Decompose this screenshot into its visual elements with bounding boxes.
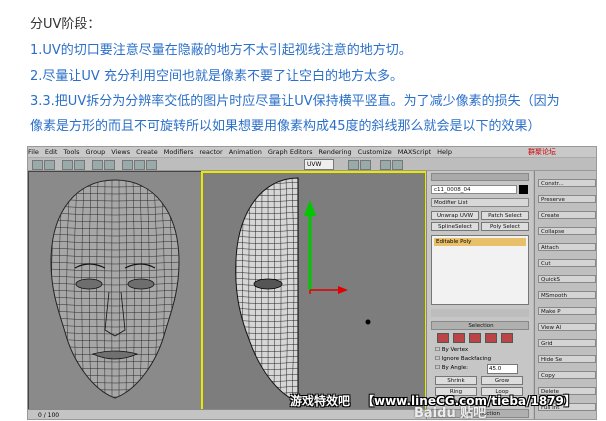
main-toolbar: UVW xyxy=(28,158,596,171)
time-slider-label: 0 / 100 xyxy=(38,412,60,419)
align-icon[interactable] xyxy=(360,160,371,170)
link-icon[interactable] xyxy=(62,160,73,170)
by-vertex-checkbox[interactable]: ☐ By Vertex xyxy=(435,347,468,353)
unlink-icon[interactable] xyxy=(74,160,85,170)
object-name-field[interactable]: c11_0008_04 xyxy=(431,185,517,194)
viewport-front[interactable] xyxy=(201,171,427,411)
edit-geometry-item[interactable]: Collapse xyxy=(538,227,596,235)
x-axis-arrow-icon xyxy=(338,286,348,294)
watermark-baidu: Baidu 贴吧 xyxy=(414,406,487,421)
head-wireframe-front xyxy=(50,179,180,399)
edit-geometry-item[interactable]: Make P xyxy=(538,307,596,315)
mirror-icon[interactable] xyxy=(348,160,359,170)
edit-geometry-item[interactable]: Preserve xyxy=(538,195,596,203)
menu-item-views[interactable]: Views xyxy=(111,148,130,156)
menu-item-tools[interactable]: Tools xyxy=(63,148,79,156)
unwrap-uvw-button[interactable]: Unwrap UVW xyxy=(431,211,479,220)
menu-item-edit[interactable]: Edit xyxy=(45,148,58,156)
angle-spinner[interactable]: 45.0 xyxy=(487,364,518,374)
undo-icon[interactable] xyxy=(32,160,43,170)
edge-mode-icon[interactable] xyxy=(453,333,465,343)
section-heading: 分UV阶段： xyxy=(30,17,101,32)
edit-geometry-item[interactable]: Constr... xyxy=(538,179,596,187)
spline-select-button[interactable]: SplineSelect xyxy=(431,222,479,231)
by-angle-checkbox[interactable]: ☐ By Angle: xyxy=(435,365,468,371)
edit-geometry-panel: Constr... Preserve Create Collapse Attach Cut… xyxy=(534,171,596,419)
tip-3-line-2: 像素是方形的而且不可旋转所以如果想要用像素构成45度的斜线那么就会是以下的效果） xyxy=(30,119,541,134)
stack-item-editable-poly[interactable]: Editable Poly xyxy=(434,238,526,246)
menu-item-graph-editors[interactable]: Graph Editors xyxy=(268,148,313,156)
select-by-name-icon[interactable] xyxy=(104,160,115,170)
modifier-stack: Editable Poly xyxy=(431,235,529,305)
menu-item-maxscript[interactable]: MAXScript xyxy=(398,148,431,156)
forum-title: 群聚论坛 xyxy=(528,148,556,156)
edit-geometry-item[interactable]: View Al xyxy=(538,323,596,331)
menu-item-help[interactable]: Help xyxy=(437,148,452,156)
stack-controls[interactable] xyxy=(431,309,529,317)
menu-item-create[interactable]: Create xyxy=(136,148,158,156)
patch-select-button[interactable]: Patch Select xyxy=(481,211,529,220)
tip-2: 2.尽量让UV 充分利用空间也就是像素不要了让空白的地方太多。 xyxy=(30,69,403,84)
by-angle-label: By Angle: xyxy=(441,365,468,371)
rotate-icon[interactable] xyxy=(134,160,145,170)
modifier-list-dropdown[interactable]: Modifier List xyxy=(431,198,529,207)
command-panel: c11_0008_04 Modifier List Unwrap UVW Pat… xyxy=(426,171,533,419)
edit-geometry-item[interactable]: Create xyxy=(538,211,596,219)
tip-1: 1.UV的切口要注意尽量在隐蔽的地方不太引起视线注意的地方切。 xyxy=(30,43,412,58)
element-mode-icon[interactable] xyxy=(501,333,513,343)
move-icon[interactable] xyxy=(122,160,133,170)
viewport-perspective[interactable] xyxy=(28,171,202,411)
menu-item-customize[interactable]: Customize xyxy=(358,148,392,156)
edit-geometry-item[interactable]: Attach xyxy=(538,243,596,251)
menu-item-group[interactable]: Group xyxy=(86,148,106,156)
menu-item-file[interactable]: File xyxy=(28,148,39,156)
select-icon[interactable] xyxy=(92,160,103,170)
polygon-mode-icon[interactable] xyxy=(485,333,497,343)
y-axis-arrow-icon xyxy=(304,200,316,216)
subobject-icons xyxy=(437,333,523,343)
edit-geometry-item[interactable]: Hide Se xyxy=(538,355,596,363)
edit-geometry-item[interactable]: Cut xyxy=(538,259,596,267)
menu-item-animation[interactable]: Animation xyxy=(229,148,262,156)
grow-button[interactable]: Grow xyxy=(481,376,523,385)
ignore-backfacing-checkbox[interactable]: ☐ Ignore Backfacing xyxy=(435,356,491,362)
render-icon[interactable] xyxy=(392,160,403,170)
menu-bar: File Edit Tools Group Views Create Modifiers re… xyxy=(28,147,596,158)
menu-item-rendering[interactable]: Rendering xyxy=(318,148,351,156)
redo-icon[interactable] xyxy=(44,160,55,170)
shrink-button[interactable]: Shrink xyxy=(435,376,477,385)
by-vertex-label: By Vertex xyxy=(441,347,469,353)
head-wireframe-half xyxy=(235,177,371,403)
ignore-backfacing-label: Ignore Backfacing xyxy=(441,356,492,362)
object-color-swatch[interactable] xyxy=(519,185,528,194)
vertex-mode-icon[interactable] xyxy=(437,333,449,343)
menu-item-modifiers[interactable]: Modifiers xyxy=(164,148,194,156)
poly-select-button[interactable]: Poly Select xyxy=(481,222,529,231)
menu-item-reactor[interactable]: reactor xyxy=(199,148,222,156)
edit-geometry-item[interactable]: Copy xyxy=(538,371,596,379)
command-panel-tabs[interactable] xyxy=(431,173,529,181)
border-mode-icon[interactable] xyxy=(469,333,481,343)
edit-geometry-item[interactable]: Grid xyxy=(538,339,596,347)
time-slider[interactable]: 0 / 100 xyxy=(28,409,426,419)
watermark-site: 游戏特效吧 xyxy=(290,394,351,408)
material-editor-icon[interactable] xyxy=(380,160,391,170)
edit-geometry-item[interactable]: QuickS xyxy=(538,275,596,283)
scale-icon[interactable] xyxy=(146,160,157,170)
selection-rollout-header[interactable]: Selection xyxy=(431,321,529,330)
tip-3-line-1: 3.3.把UV拆分为分辨率交低的图片时应尽量让UV保持横平竖直。为了减少像素的损… xyxy=(30,94,560,109)
selection-set-dropdown[interactable]: UVW xyxy=(304,159,334,170)
edit-geometry-item[interactable]: MSmooth xyxy=(538,291,596,299)
3dsmax-screenshot: File Edit Tools Group Views Create Modifiers re… xyxy=(27,146,597,420)
cursor-dot xyxy=(365,319,371,325)
